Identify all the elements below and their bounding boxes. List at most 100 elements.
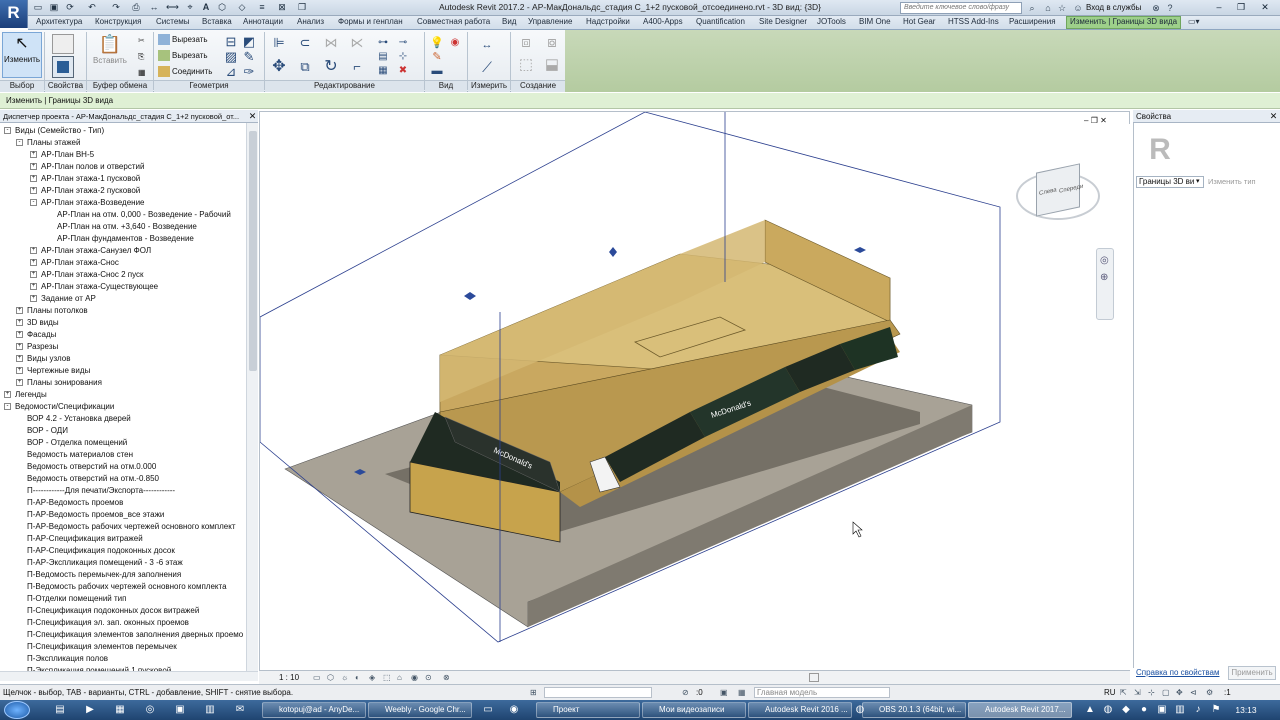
tab-collaborate[interactable]: Совместная работа — [417, 17, 490, 26]
tree-item[interactable]: + АР-План ВН-5 — [30, 149, 94, 161]
tree-item[interactable]: + АР-План этажа-1 пусковой — [30, 173, 140, 185]
lock-view-icon[interactable]: ⌂ — [397, 671, 402, 684]
chat-icon[interactable]: ▥ — [204, 703, 216, 716]
tray-icon[interactable]: ● — [1138, 703, 1150, 716]
switch-windows-icon[interactable]: ❐ — [296, 2, 308, 13]
tree-item[interactable]: П-АР-Экспликация помещений - 3 -6 этаж — [16, 557, 183, 569]
select-links-icon[interactable]: ⇱ — [1120, 685, 1127, 700]
edit-type-button[interactable]: Изменить тип — [1208, 176, 1278, 188]
analytical-icon[interactable]: ⊗ — [443, 671, 450, 684]
taskbar-item-revit-2017[interactable]: Autodesk Revit 2017... — [968, 702, 1072, 718]
close-icon[interactable]: ✕ — [1268, 110, 1279, 123]
exchange-icon[interactable]: ⊗ — [1150, 2, 1162, 14]
create-group-icon[interactable]: ⬚ — [514, 56, 538, 74]
tab-structure[interactable]: Конструкция — [95, 17, 141, 26]
viewcube-front-face[interactable]: Спереди — [1059, 184, 1083, 195]
minimize-view-icon[interactable]: – — [1084, 116, 1088, 125]
mirror-axis-icon[interactable]: ⋈ — [322, 34, 340, 52]
tree-item[interactable]: П------------Для печати/Экспорта--------… — [16, 485, 175, 497]
tree-item[interactable]: П-АР-Ведомость проемов — [16, 497, 123, 509]
volume-icon[interactable]: ♪ — [1192, 703, 1204, 716]
tree-item[interactable]: + Фасады — [16, 329, 56, 341]
tree-item[interactable]: + Планы зонирования — [16, 377, 102, 389]
tab-hot-gear[interactable]: Hot Gear — [903, 17, 935, 26]
cut-clipboard-icon[interactable]: ✂ — [138, 34, 145, 47]
settings-icon[interactable]: ⚙ — [1206, 685, 1213, 700]
tree-item[interactable]: Ведомость отверстий на отм.-0.850 — [16, 473, 159, 485]
search-icon[interactable]: ⌕ — [1026, 2, 1038, 14]
workset-dropdown[interactable] — [544, 687, 652, 698]
panel-select[interactable]: Выбор — [0, 80, 44, 92]
tree-item[interactable]: + Виды узлов — [16, 353, 70, 365]
dimension-button[interactable]: ⟋ — [474, 58, 500, 76]
expand-icon[interactable]: + — [30, 247, 37, 255]
expand-icon[interactable]: + — [16, 331, 23, 339]
browser-scrollbar[interactable] — [246, 123, 258, 671]
create-assembly-icon[interactable]: ⧈ — [514, 34, 538, 52]
grip-arrow-right[interactable] — [854, 247, 866, 253]
expand-icon[interactable]: + — [30, 271, 37, 279]
cut-geometry-button[interactable]: Вырезать — [158, 33, 208, 46]
close-hidden-icon[interactable]: ⊠ — [276, 2, 288, 13]
mail-icon[interactable]: ✉ — [234, 703, 246, 716]
delete-icon[interactable]: ✖ — [394, 62, 412, 80]
tab-insert[interactable]: Вставка — [202, 17, 232, 26]
taskbar-item-obs[interactable]: OBS 20.1.3 (64bit, wi... — [862, 702, 966, 718]
save-icon[interactable]: ▣ — [48, 2, 60, 13]
dimension-icon[interactable]: ⟷ — [166, 2, 179, 13]
visual-style-icon[interactable]: ⬡ — [327, 671, 334, 684]
select-underlay-icon[interactable]: ⇲ — [1134, 685, 1141, 700]
tree-item[interactable]: + Планы потолков — [16, 305, 88, 317]
tab-manage[interactable]: Управление — [528, 17, 572, 26]
skype-icon[interactable]: ◉ — [508, 703, 520, 716]
tree-item[interactable]: АР-План на отм. +3,640 - Возведение — [46, 221, 197, 233]
viewcube-left-face[interactable]: Слева — [1039, 187, 1057, 197]
tree-item[interactable]: + Разрезы — [16, 341, 58, 353]
close-view-icon[interactable]: ✕ — [1100, 116, 1107, 125]
collapse-icon[interactable]: - — [30, 199, 37, 207]
expand-icon[interactable]: + — [16, 319, 23, 327]
tab-a400-apps[interactable]: A400-Apps — [643, 17, 683, 26]
tree-item[interactable]: + АР-План этажа-Снос — [30, 257, 119, 269]
tab-architecture[interactable]: Архитектура — [36, 17, 82, 26]
tab-massing-site[interactable]: Формы и генплан — [338, 17, 403, 26]
tree-item[interactable]: П-Экспликация полов — [16, 653, 108, 665]
collapse-icon[interactable]: - — [4, 127, 11, 135]
tree-item[interactable]: + АР-План этажа-2 пусковой — [30, 185, 140, 197]
tree-item[interactable]: П-АР-Спецификация витражей — [16, 533, 143, 545]
tree-item[interactable]: Ведомость отверстий на отм.0.000 — [16, 461, 156, 473]
split-icon[interactable]: ✑ — [240, 63, 258, 81]
create-similar-icon[interactable]: ⬓ — [540, 56, 564, 74]
view-scrollbar[interactable] — [1118, 124, 1130, 670]
flag-icon[interactable]: ⚑ — [1210, 703, 1222, 716]
expand-icon[interactable]: + — [30, 283, 37, 291]
tree-item[interactable]: АР-План на отм. 0,000 - Возведение - Раб… — [46, 209, 231, 221]
drag-elements-icon[interactable]: ✥ — [1176, 685, 1183, 700]
temp-hide-view-icon[interactable]: ◉ — [411, 671, 418, 684]
view-window-controls[interactable]: – ❐ ✕ — [1084, 116, 1120, 125]
minimize-icon[interactable]: – — [1212, 1, 1226, 14]
tray-icon[interactable]: ▣ — [1156, 703, 1168, 716]
tree-item[interactable]: П-АР-Ведомость рабочих чертежей основног… — [16, 521, 236, 533]
model-drawing[interactable]: McDonald's McDonald's — [260, 112, 1130, 671]
tab-view[interactable]: Вид — [502, 17, 516, 26]
grip-arrow-left[interactable] — [464, 292, 476, 300]
taskbar-item-chrome[interactable]: Weebly - Google Chr... — [368, 702, 472, 718]
hscroll-thumb[interactable] — [809, 673, 819, 682]
user-icon[interactable]: ☺ — [1072, 2, 1084, 14]
tray-icon[interactable]: ◆ — [1120, 703, 1132, 716]
explorer-icon[interactable]: ▤ — [54, 703, 66, 716]
tree-item[interactable]: + Чертежные виды — [16, 365, 90, 377]
tree-item[interactable]: + АР-План полов и отверстий — [30, 161, 144, 173]
undo-icon[interactable]: ↶ — [86, 2, 98, 13]
navigation-bar[interactable]: ◎ ⊕ — [1096, 248, 1114, 320]
tab-quantification[interactable]: Quantification — [696, 17, 745, 26]
taskbar-item-project[interactable]: Проект — [536, 702, 640, 718]
tab-addins[interactable]: Надстройки — [586, 17, 630, 26]
measure-icon[interactable]: ↔ — [148, 2, 160, 13]
tree-item[interactable]: - Планы этажей — [16, 137, 80, 149]
shadows-icon[interactable]: ◐ — [355, 671, 360, 684]
expand-icon[interactable]: + — [30, 259, 37, 267]
tree-item[interactable]: Ведомость материалов стен — [16, 449, 133, 461]
browser-hscrollbar[interactable] — [0, 671, 258, 681]
